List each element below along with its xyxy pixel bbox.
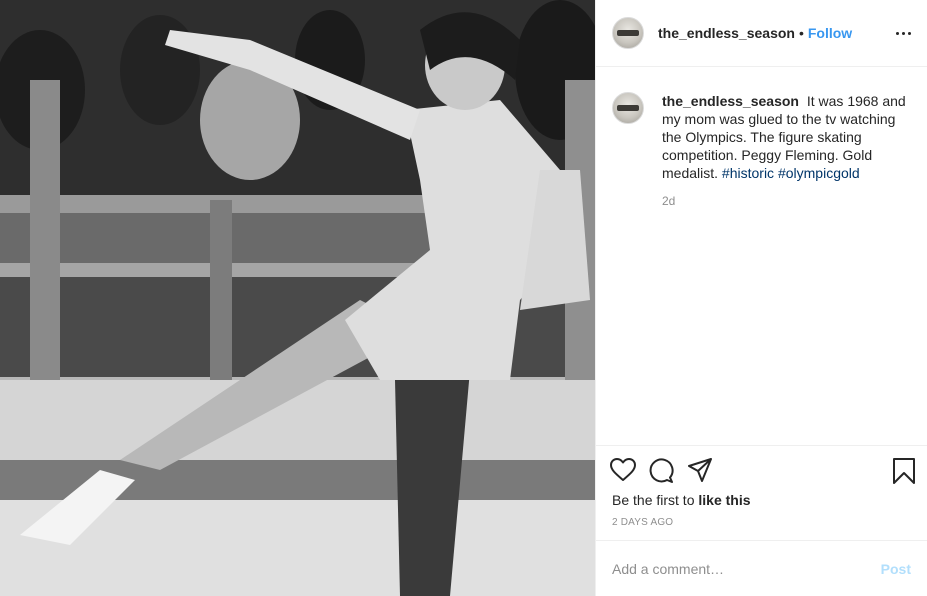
likes-summary: Be the first to like this [612,492,751,508]
comment-icon[interactable] [648,458,674,484]
comment-input[interactable] [612,560,873,577]
like-this-link[interactable]: like this [698,492,750,508]
likes-prefix: Be the first to [612,492,695,508]
heart-icon[interactable] [610,458,636,482]
caption-avatar[interactable] [612,92,644,124]
bookmark-icon[interactable] [893,458,915,484]
figure-skater-image [0,0,595,596]
post-header: the_endless_season • Follow [596,0,927,67]
hashtag-link[interactable]: #olympicgold [778,165,860,181]
action-icons [610,458,915,484]
caption-body: the_endless_season It was 1968 and my mo… [662,92,912,182]
caption: the_endless_season It was 1968 and my mo… [612,92,911,208]
more-options-icon[interactable] [896,28,911,39]
post-age[interactable]: 2 DAYS AGO [612,517,673,528]
post-actions: Be the first to like this 2 DAYS AGO [596,445,927,540]
author-avatar[interactable] [612,17,644,49]
post-photo[interactable] [0,0,595,596]
comment-form: Post [596,540,927,596]
caption-username[interactable]: the_endless_season [662,93,799,109]
share-icon[interactable] [688,458,712,482]
post-comment-button[interactable]: Post [881,561,911,577]
hashtag-link[interactable]: #historic [722,165,774,181]
comments-area: the_endless_season It was 1968 and my mo… [596,67,927,445]
post-side-panel: the_endless_season • Follow the_endless_… [595,0,927,596]
instagram-post: the_endless_season • Follow the_endless_… [0,0,927,596]
separator-dot: • [798,25,804,41]
caption-timestamp[interactable]: 2d [662,194,912,208]
author-username[interactable]: the_endless_season [658,25,795,41]
follow-button[interactable]: Follow [808,25,852,41]
